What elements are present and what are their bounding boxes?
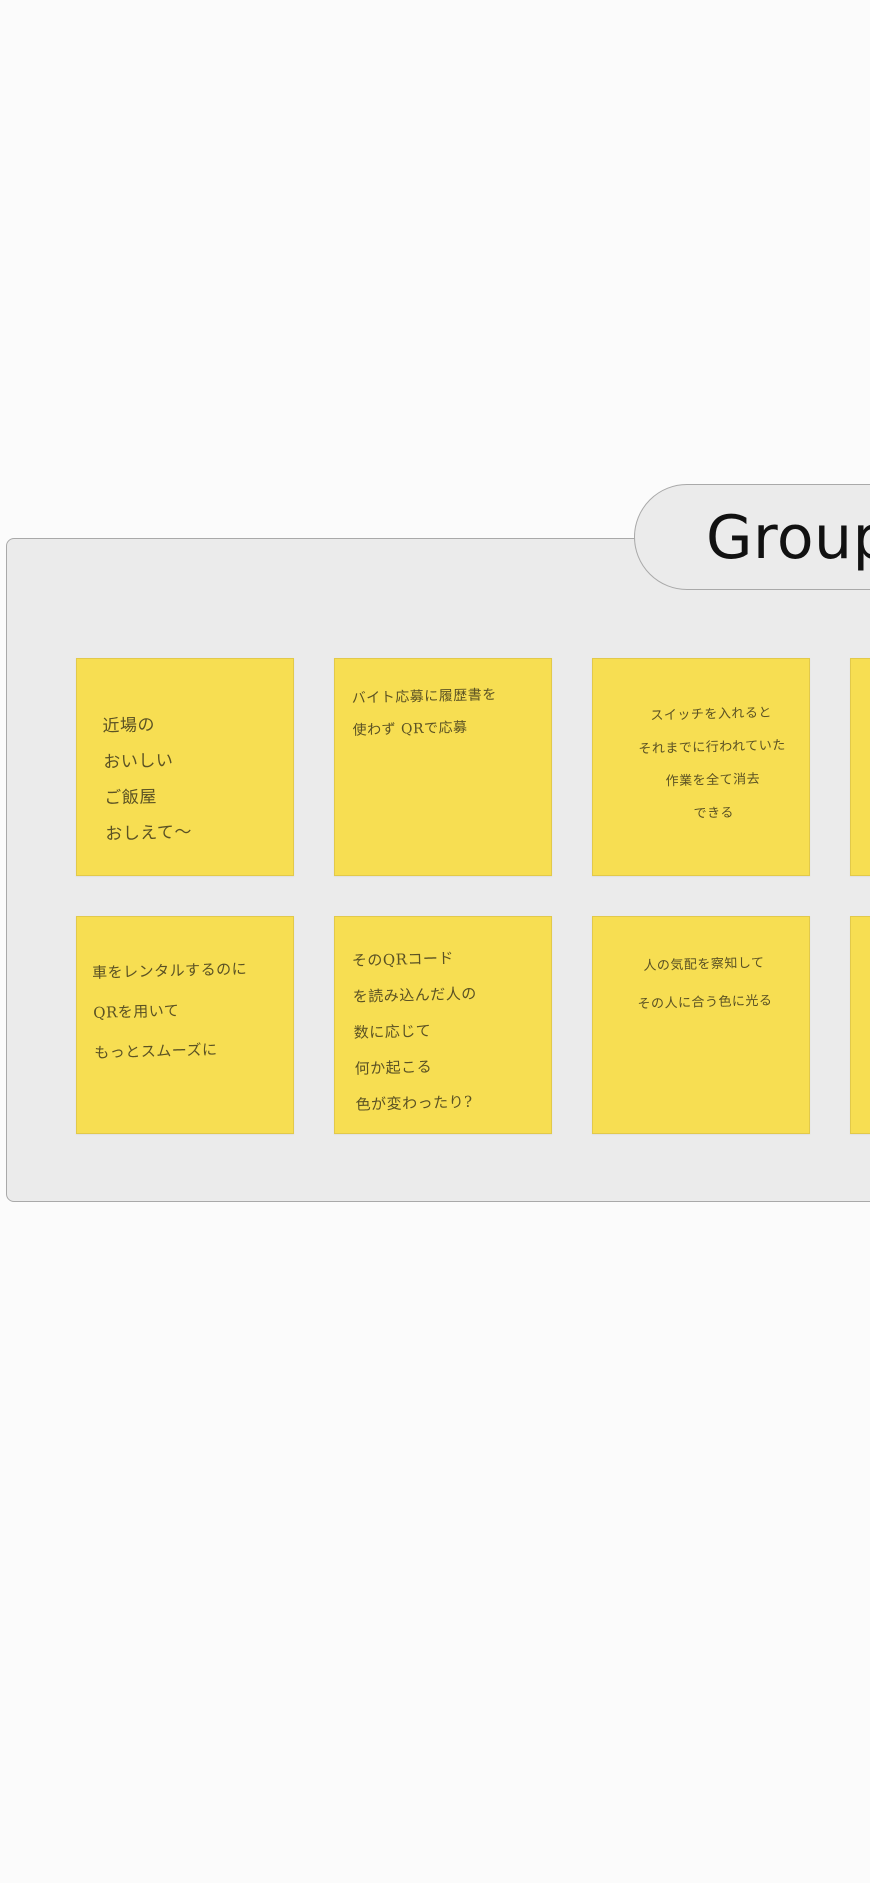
sticky-note[interactable]: 車をレンタルするのに QRを用いて もっとスムーズに [76, 916, 294, 1134]
sticky-note[interactable] [850, 916, 870, 1134]
sticky-note[interactable] [850, 658, 870, 876]
sticky-note-text: バイト応募に履歴書を 使わず QRで応募 [351, 687, 497, 739]
sticky-note[interactable]: そのQRコード を読み込んだ人の 数に応じて 何か起こる 色が変わったり? [334, 916, 552, 1134]
whiteboard-canvas[interactable]: Group 近場の おいしい ご飯屋 おしえて〜 バイト応募に履歴書を 使わず … [0, 0, 870, 1883]
sticky-note[interactable]: スイッチを入れると それまでに行われていた 作業を全て消去 できる [592, 658, 810, 876]
sticky-note[interactable]: 近場の おいしい ご飯屋 おしえて〜 [76, 658, 294, 876]
sticky-note[interactable]: バイト応募に履歴書を 使わず QRで応募 [334, 658, 552, 876]
sticky-note-text: スイッチを入れると それまでに行われていた 作業を全て消去 できる [638, 705, 786, 822]
sticky-note-text: 近場の おいしい ご飯屋 おしえて〜 [102, 715, 193, 845]
sticky-note-text: 人の気配を察知して その人に合う色に光る [637, 955, 773, 1013]
group-title[interactable]: Group [706, 503, 870, 573]
sticky-note-text: 車をレンタルするのに QRを用いて もっとスムーズに [91, 959, 248, 1062]
sticky-note[interactable]: 人の気配を察知して その人に合う色に光る [592, 916, 810, 1134]
sticky-note-text: そのQRコード を読み込んだ人の 数に応じて 何か起こる 色が変わったり? [351, 949, 478, 1114]
